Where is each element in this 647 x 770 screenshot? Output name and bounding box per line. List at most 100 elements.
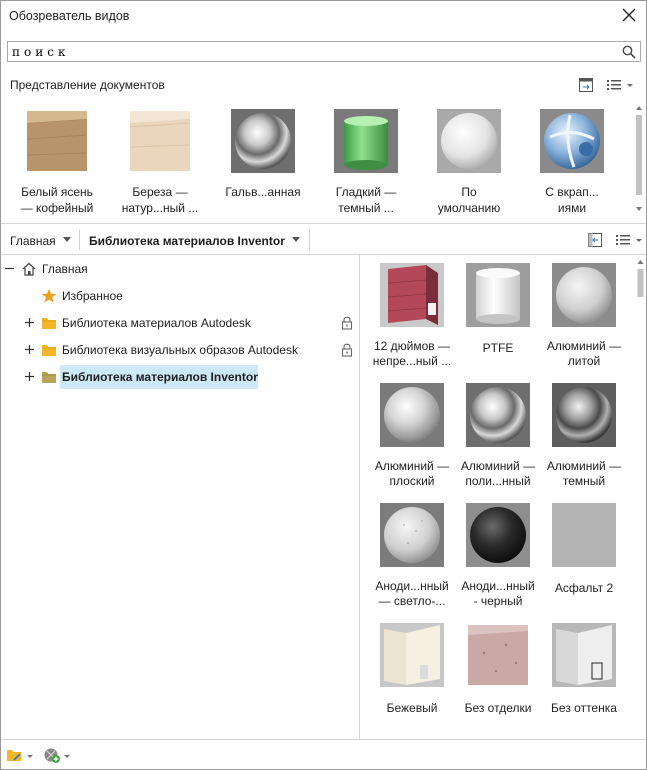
beige-wall-swatch-icon	[380, 623, 444, 687]
tree-item-favorites[interactable]: Избранное	[1, 284, 351, 308]
item-caption-line: PTFE	[482, 341, 514, 355]
window-title: Обозреватель видов	[9, 9, 130, 23]
item-caption-line: плоский	[389, 474, 435, 488]
close-icon[interactable]	[620, 6, 638, 24]
scroll-up-icon[interactable]	[636, 106, 642, 110]
document-material-item[interactable]: Гальв...анная	[213, 101, 313, 219]
library-material-item[interactable]: Алюминий — поли...нный	[454, 375, 542, 495]
library-material-item[interactable]: Алюминий — литой	[540, 255, 628, 375]
lock-icon	[341, 343, 353, 357]
breadcrumb-separator	[309, 230, 310, 250]
document-strip-scrollbar[interactable]	[633, 101, 645, 218]
folder-icon	[42, 318, 56, 329]
library-breadcrumb-bar: Главная Библиотека материалов Inventor	[1, 226, 646, 254]
granite-cube-icon	[468, 625, 528, 685]
item-caption-line: Гальв...анная	[225, 185, 301, 199]
library-material-item[interactable]: Без оттенка	[540, 615, 628, 735]
item-caption-line: Без отделки	[464, 701, 532, 715]
item-caption-line: Бежевый	[386, 701, 438, 715]
view-options-icon[interactable]	[606, 77, 636, 93]
item-caption-line: Алюминий —	[546, 339, 622, 353]
black-sphere-icon	[466, 503, 530, 567]
library-material-item[interactable]: PTFE	[454, 255, 542, 375]
library-tree: Главная Избранное Библиотека материалов …	[1, 255, 359, 739]
bottom-toolbar	[1, 739, 646, 769]
chrome-sphere-icon	[231, 109, 295, 173]
document-material-item[interactable]: С вкрап... иями	[522, 101, 622, 219]
tree-item-inventor-materials[interactable]: Библиотека материалов Inventor	[1, 365, 351, 389]
item-caption-line: Гладкий —	[335, 185, 397, 199]
blue-ceramic-sphere-icon	[540, 109, 604, 173]
white-cylinder-icon	[466, 263, 530, 327]
star-icon	[41, 288, 57, 303]
library-material-item[interactable]: Асфальт 2	[540, 495, 628, 615]
document-material-item[interactable]: Береза — натур...ный ...	[110, 101, 210, 219]
expand-icon[interactable]	[25, 372, 34, 381]
library-materials-grid: 12 дюймов — непре...ный ... PTFE Алюминий…	[360, 255, 635, 739]
tree-item-autodesk-materials[interactable]: Библиотека материалов Autodesk	[1, 311, 353, 335]
item-caption-line: Аноди...нный	[461, 579, 535, 593]
document-view-controls	[578, 76, 638, 94]
item-caption-line: Алюминий —	[546, 459, 622, 473]
search-input[interactable]	[12, 43, 612, 60]
document-material-item[interactable]: Гладкий — темный ...	[316, 101, 416, 219]
tree-item-home[interactable]: Главная	[1, 257, 351, 281]
item-caption-line: темный	[562, 474, 606, 488]
expand-icon[interactable]	[25, 318, 34, 327]
red-wall-swatch-icon	[380, 263, 444, 327]
panel-toggle-icon[interactable]	[587, 232, 603, 248]
polished-sphere-icon	[466, 383, 530, 447]
panel-toggle-icon[interactable]	[578, 77, 594, 93]
collapse-icon[interactable]	[5, 264, 14, 273]
chevron-down-icon[interactable]	[63, 237, 71, 242]
search-box[interactable]	[7, 41, 641, 62]
library-material-item[interactable]: Аноди...нный — светло-...	[368, 495, 456, 615]
library-material-item[interactable]: Аноди...нный - черный	[454, 495, 542, 615]
tree-item-label: Библиотека материалов Autodesk	[62, 316, 251, 330]
section-divider	[1, 223, 646, 224]
breadcrumb-home[interactable]: Главная	[10, 234, 56, 248]
create-material-icon[interactable]	[43, 746, 73, 764]
view-options-icon[interactable]	[615, 232, 645, 248]
item-caption-line: иями	[557, 201, 587, 215]
item-caption-line: умолчанию	[437, 201, 501, 215]
search-icon[interactable]	[622, 45, 636, 59]
document-materials-strip: Белый ясень — кофейный Береза — натур...ны…	[5, 101, 633, 219]
item-caption-line: — светло-...	[378, 594, 446, 608]
light-wood-cube-icon	[129, 111, 191, 171]
library-material-item[interactable]: Алюминий — темный	[540, 375, 628, 495]
library-material-item[interactable]: Бежевый	[368, 615, 456, 735]
item-caption-line: Белый ясень	[21, 185, 93, 199]
satin-sphere-icon	[380, 383, 444, 447]
title-bar: Обозреватель видов	[1, 1, 646, 31]
scroll-up-icon[interactable]	[637, 260, 644, 264]
breadcrumb-current-library[interactable]: Библиотека материалов Inventor	[89, 234, 285, 248]
chevron-down-icon[interactable]	[292, 237, 300, 242]
item-caption-line: поли...нный	[465, 474, 531, 488]
gray-square-icon	[552, 503, 616, 567]
matte-sphere-icon	[552, 263, 616, 327]
white-sphere-icon	[437, 109, 501, 173]
document-material-item[interactable]: Белый ясень — кофейный	[7, 101, 107, 219]
item-caption-line: Аноди...нный	[375, 579, 449, 593]
scroll-down-icon[interactable]	[636, 207, 642, 211]
material-browser-window: Обозреватель видов Представление докумен…	[0, 0, 647, 770]
library-grid-scrollbar[interactable]	[635, 255, 646, 739]
folder-icon	[42, 345, 56, 356]
folder-icon	[42, 372, 56, 383]
item-caption-line: 12 дюймов —	[373, 339, 451, 353]
textured-sphere-icon	[380, 503, 444, 567]
open-library-icon[interactable]	[6, 746, 36, 764]
item-caption-line: - черный	[473, 594, 523, 608]
dark-chrome-sphere-icon	[552, 383, 616, 447]
home-icon	[22, 262, 36, 276]
tree-item-autodesk-appearances[interactable]: Библиотека визуальных образов Autodesk	[1, 338, 353, 362]
document-material-item[interactable]: По умолчанию	[419, 101, 519, 219]
green-cylinder-icon	[334, 109, 398, 173]
tree-item-label: Библиотека материалов Inventor	[62, 370, 258, 384]
library-material-item[interactable]: Без отделки	[454, 615, 542, 735]
library-material-item[interactable]: 12 дюймов — непре...ный ...	[368, 255, 456, 375]
library-material-item[interactable]: Алюминий — плоский	[368, 375, 456, 495]
expand-icon[interactable]	[25, 345, 34, 354]
item-caption-line: — кофейный	[20, 201, 94, 215]
